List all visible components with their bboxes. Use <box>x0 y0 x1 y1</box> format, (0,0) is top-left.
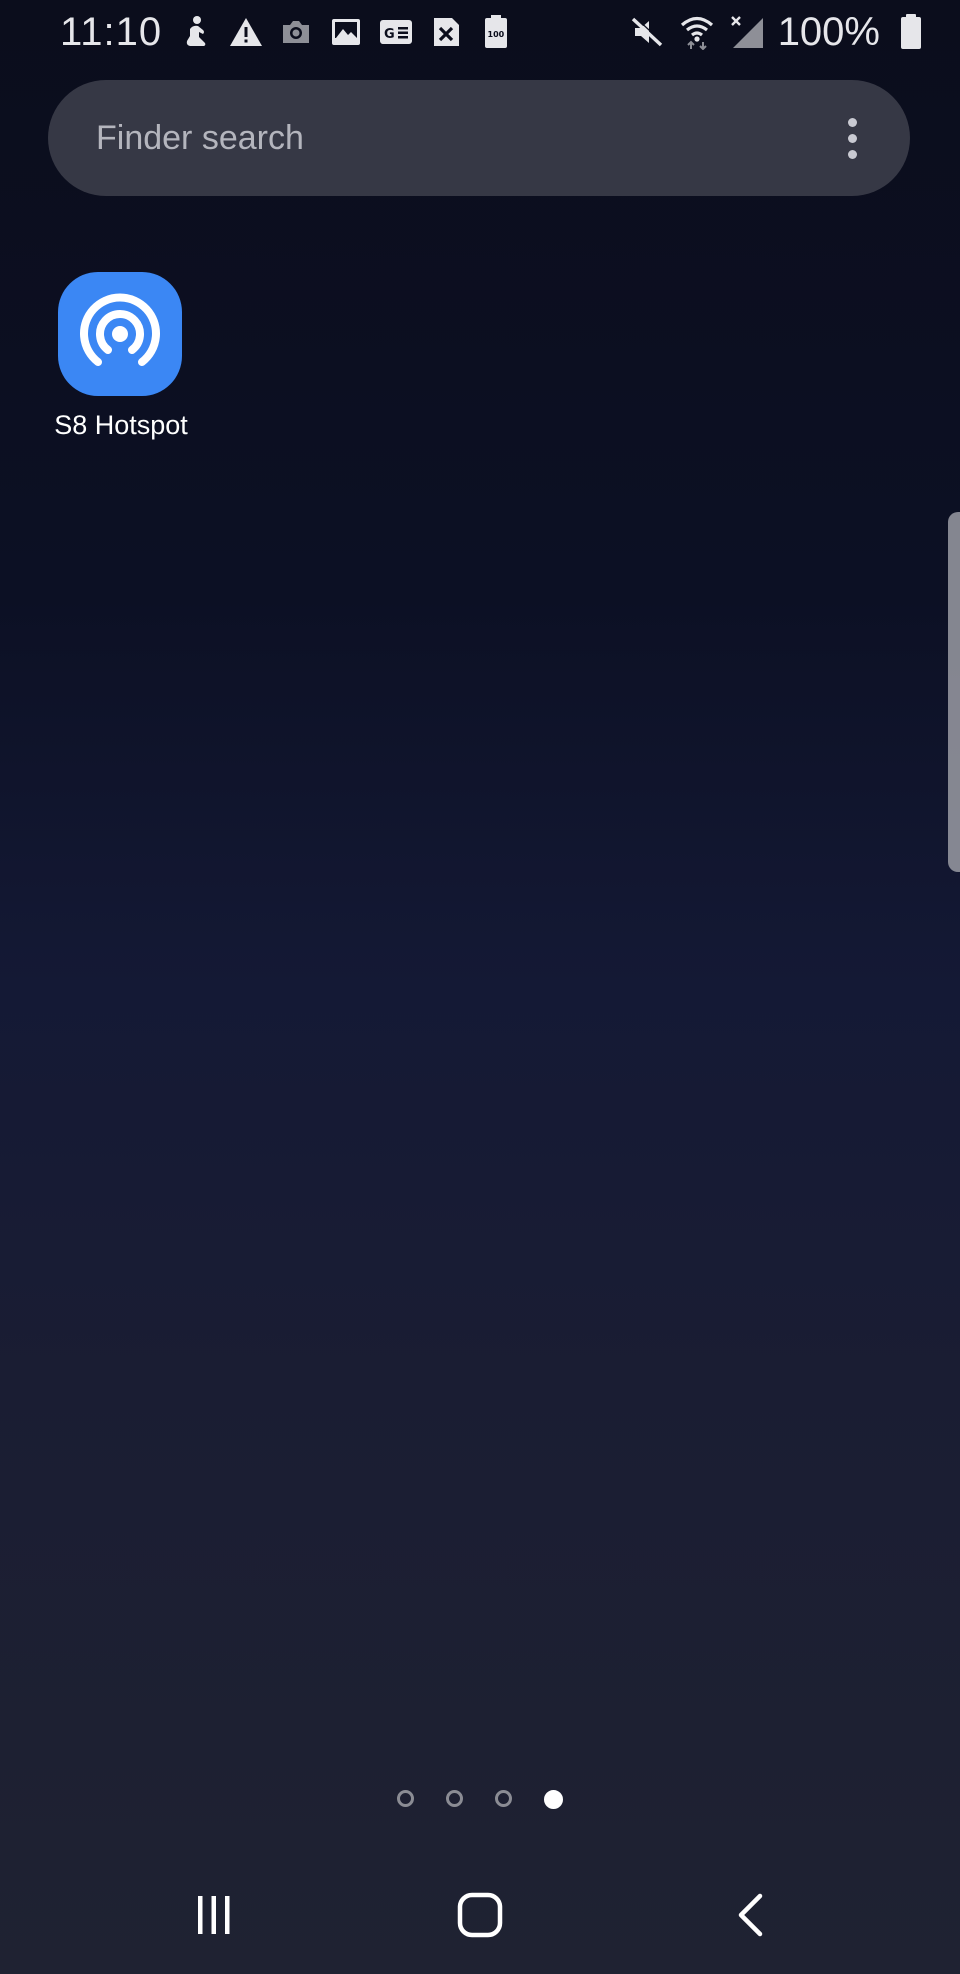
home-icon <box>457 1892 503 1938</box>
battery-percent: 100% <box>777 10 880 54</box>
signal-icon <box>728 13 766 51</box>
finder-search-bar[interactable]: Finder search <box>48 80 910 196</box>
status-time: 11:10 <box>60 10 163 54</box>
recents-button[interactable] <box>174 1880 254 1950</box>
notification-icons: G 100 <box>178 12 514 52</box>
wifi-icon <box>678 13 716 51</box>
back-button[interactable] <box>710 1880 790 1950</box>
page-dot-4-active[interactable] <box>544 1790 563 1809</box>
page-dot-3[interactable] <box>495 1790 512 1807</box>
mute-icon <box>628 13 666 51</box>
search-input[interactable]: Finder search <box>96 80 304 196</box>
hotspot-icon[interactable] <box>58 272 182 396</box>
close-box-icon <box>428 14 464 50</box>
system-status-icons: 100% <box>628 10 930 54</box>
app-label: S8 Hotspot <box>54 410 188 440</box>
image-icon <box>328 14 364 50</box>
more-vert-icon[interactable] <box>822 108 882 168</box>
home-button[interactable] <box>440 1880 520 1950</box>
navigation-bar <box>0 1860 960 1974</box>
edge-panel-handle[interactable] <box>948 512 960 872</box>
hand-person-icon <box>178 14 214 50</box>
battery-100-icon: 100 <box>478 14 514 50</box>
app-s8-hotspot[interactable]: S8 Hotspot <box>44 268 198 448</box>
ge-icon: G <box>378 14 414 50</box>
page-indicator <box>0 1790 960 1814</box>
status-bar: 11:10 G 100 100% <box>0 0 960 64</box>
back-icon <box>738 1893 763 1937</box>
page-dot-2[interactable] <box>446 1790 463 1807</box>
recents-icon <box>198 1896 230 1934</box>
svg-text:G: G <box>384 27 395 42</box>
battery-icon <box>892 13 930 51</box>
svg-text:100: 100 <box>488 30 505 39</box>
camera-icon <box>278 14 314 50</box>
warning-icon <box>228 14 264 50</box>
page-dot-1[interactable] <box>397 1790 414 1807</box>
